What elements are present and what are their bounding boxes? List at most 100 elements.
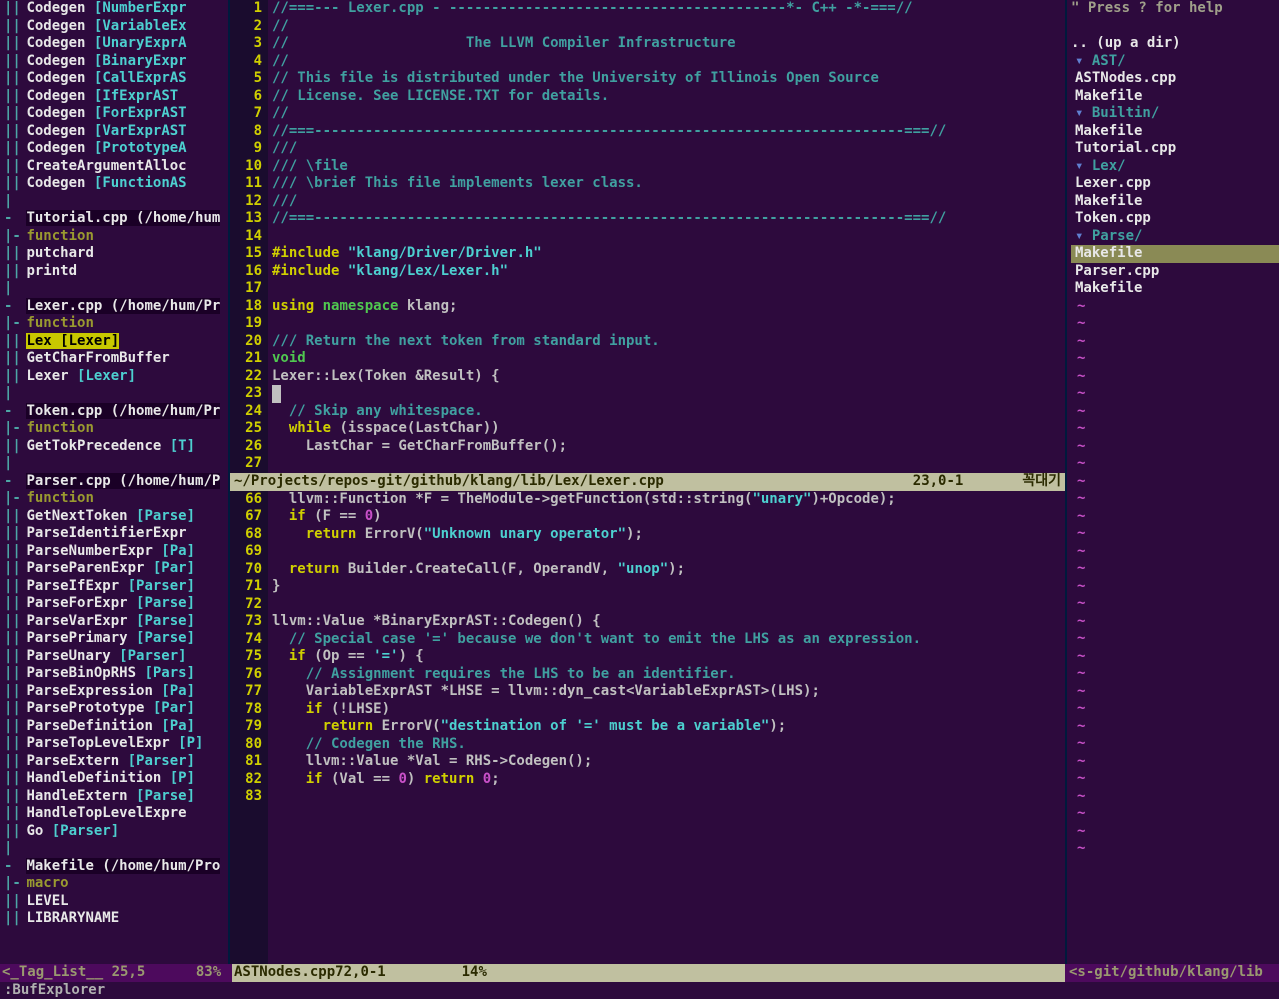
code-line[interactable] [272, 385, 1065, 403]
tag-item[interactable]: || Lex [Lexer] [0, 333, 228, 351]
code-line[interactable]: if (Val == 0) return 0; [272, 771, 1065, 789]
code-line[interactable]: LastChar = GetCharFromBuffer(); [272, 438, 1065, 456]
code-line[interactable] [272, 596, 1065, 614]
code-line[interactable]: #include "klang/Driver/Driver.h" [272, 245, 1065, 263]
code-line[interactable]: Lexer::Lex(Token &Result) { [272, 368, 1065, 386]
code-line[interactable] [272, 280, 1065, 298]
tag-kind[interactable]: |- function [0, 228, 228, 246]
code-line[interactable]: llvm::Value *Val = RHS->Codegen(); [272, 753, 1065, 771]
tag-item[interactable]: || LIBRARYNAME [0, 910, 228, 928]
tag-item[interactable]: || Codegen [VarExprAST [0, 123, 228, 141]
tree-dir[interactable]: ▾ Parse/ [1071, 228, 1279, 246]
tag-item[interactable]: || HandleTopLevelExpre [0, 805, 228, 823]
tree-file[interactable]: Token.cpp [1071, 210, 1279, 228]
code-line[interactable]: if (Op == '=') { [272, 648, 1065, 666]
bottom-code[interactable]: llvm::Function *F = TheModule->getFuncti… [268, 491, 1065, 964]
tree-dir[interactable]: ▾ Builtin/ [1071, 105, 1279, 123]
tag-file-header[interactable]: - Tutorial.cpp (/home/hum [0, 210, 228, 228]
tag-item[interactable]: || ParseParenExpr [Par] [0, 560, 228, 578]
tag-item[interactable]: || ParseIdentifierExpr [0, 525, 228, 543]
tag-item[interactable]: || CreateArgumentAlloc [0, 158, 228, 176]
tree-file[interactable]: Makefile [1071, 280, 1279, 298]
file-tree-pane[interactable]: " Press ? for help .. (up a dir)▾ AST/ A… [1067, 0, 1279, 964]
code-line[interactable]: VariableExprAST *LHSE = llvm::dyn_cast<V… [272, 683, 1065, 701]
code-line[interactable]: // License. See LICENSE.TXT for details. [272, 88, 1065, 106]
command-line[interactable]: :BufExplorer [0, 982, 1279, 999]
code-line[interactable] [272, 455, 1065, 473]
tag-item[interactable]: || Codegen [FunctionAS [0, 175, 228, 193]
tag-file-header[interactable]: - Lexer.cpp (/home/hum/Pr [0, 298, 228, 316]
tag-item[interactable]: || HandleDefinition [P] [0, 770, 228, 788]
code-line[interactable]: if (!LHSE) [272, 701, 1065, 719]
code-line[interactable]: //===-----------------------------------… [272, 123, 1065, 141]
tag-kind[interactable]: |- function [0, 490, 228, 508]
tag-item[interactable]: || GetCharFromBuffer [0, 350, 228, 368]
code-line[interactable]: // Assignment requires the LHS to be an … [272, 666, 1065, 684]
tree-file[interactable]: Makefile [1071, 193, 1279, 211]
tree-dir[interactable]: ▾ Lex/ [1071, 158, 1279, 176]
tag-item[interactable]: || ParsePrimary [Parse] [0, 630, 228, 648]
tag-item[interactable]: || Codegen [VariableEx [0, 18, 228, 36]
code-line[interactable]: /// [272, 193, 1065, 211]
tree-file[interactable]: Makefile [1071, 88, 1279, 106]
tag-item[interactable]: || ParseBinOpRHS [Pars] [0, 665, 228, 683]
tag-item[interactable]: || ParseNumberExpr [Pa] [0, 543, 228, 561]
tag-kind[interactable]: |- function [0, 420, 228, 438]
code-line[interactable]: return ErrorV("Unknown unary operator"); [272, 526, 1065, 544]
tag-item[interactable]: || Go [Parser] [0, 823, 228, 841]
tag-item[interactable]: || Codegen [IfExprAST [0, 88, 228, 106]
tag-item[interactable]: || ParseDefinition [Pa] [0, 718, 228, 736]
tag-item[interactable]: || GetNextToken [Parse] [0, 508, 228, 526]
tag-item[interactable]: || GetTokPrecedence [T] [0, 438, 228, 456]
tag-item[interactable]: || ParseVarExpr [Parse] [0, 613, 228, 631]
code-line[interactable]: //===-----------------------------------… [272, 210, 1065, 228]
code-line[interactable]: while (isspace(LastChar)) [272, 420, 1065, 438]
taglist-pane[interactable]: || Codegen [NumberExpr|| Codegen [Variab… [0, 0, 230, 964]
code-line[interactable]: llvm::Function *F = TheModule->getFuncti… [272, 491, 1065, 509]
tag-file-header[interactable]: - Token.cpp (/home/hum/Pr [0, 403, 228, 421]
code-line[interactable]: using namespace klang; [272, 298, 1065, 316]
tag-item[interactable]: || ParseExtern [Parser] [0, 753, 228, 771]
code-line[interactable]: void [272, 350, 1065, 368]
tree-file[interactable]: Lexer.cpp [1071, 175, 1279, 193]
code-line[interactable]: // This file is distributed under the Un… [272, 70, 1065, 88]
tag-item[interactable]: || ParseExpression [Pa] [0, 683, 228, 701]
tag-item[interactable]: || Codegen [ForExprAST [0, 105, 228, 123]
tree-up-dir[interactable]: .. (up a dir) [1067, 35, 1279, 53]
code-line[interactable] [272, 543, 1065, 561]
bottom-code-pane[interactable]: 666768697071727374757677787980818283 llv… [230, 491, 1065, 964]
tag-item[interactable]: || ParseTopLevelExpr [P] [0, 735, 228, 753]
code-line[interactable] [272, 228, 1065, 246]
tree-dir[interactable]: ▾ AST/ [1071, 53, 1279, 71]
top-code-pane[interactable]: 1234567891011121314151617181920212223242… [230, 0, 1065, 473]
code-line[interactable]: /// \file [272, 158, 1065, 176]
code-line[interactable]: // Codegen the RHS. [272, 736, 1065, 754]
code-line[interactable]: // Special case '=' because we don't wan… [272, 631, 1065, 649]
code-line[interactable]: //===--- Lexer.cpp - -------------------… [272, 0, 1065, 18]
tag-item[interactable]: || HandleExtern [Parse] [0, 788, 228, 806]
tag-item[interactable]: || ParseForExpr [Parse] [0, 595, 228, 613]
tag-item[interactable]: || ParseIfExpr [Parser] [0, 578, 228, 596]
tag-item[interactable]: || Codegen [CallExprAS [0, 70, 228, 88]
tree-file[interactable]: ASTNodes.cpp [1071, 70, 1279, 88]
code-line[interactable]: // [272, 18, 1065, 36]
tag-item[interactable]: || Codegen [PrototypeA [0, 140, 228, 158]
tag-kind[interactable]: |- macro [0, 875, 228, 893]
code-line[interactable]: /// [272, 140, 1065, 158]
top-code[interactable]: //===--- Lexer.cpp - -------------------… [268, 0, 1065, 473]
tree-file[interactable]: Tutorial.cpp [1071, 140, 1279, 158]
code-line[interactable]: /// \brief This file implements lexer cl… [272, 175, 1065, 193]
code-line[interactable]: return ErrorV("destination of '=' must b… [272, 718, 1065, 736]
tag-kind[interactable]: |- function [0, 315, 228, 333]
code-line[interactable]: return Builder.CreateCall(F, OperandV, "… [272, 561, 1065, 579]
tree-file[interactable]: Makefile [1071, 245, 1279, 263]
tag-item[interactable]: || Codegen [BinaryExpr [0, 53, 228, 71]
code-line[interactable]: llvm::Value *BinaryExprAST::Codegen() { [272, 613, 1065, 631]
code-line[interactable]: if (F == 0) [272, 508, 1065, 526]
code-line[interactable]: /// Return the next token from standard … [272, 333, 1065, 351]
code-line[interactable]: #include "klang/Lex/Lexer.h" [272, 263, 1065, 281]
code-line[interactable] [272, 315, 1065, 333]
tree-file[interactable]: Makefile [1071, 123, 1279, 141]
tree-root[interactable]: ▾ AST/ ASTNodes.cpp Makefile▾ Builtin/ M… [1067, 53, 1279, 858]
code-line[interactable]: // [272, 105, 1065, 123]
